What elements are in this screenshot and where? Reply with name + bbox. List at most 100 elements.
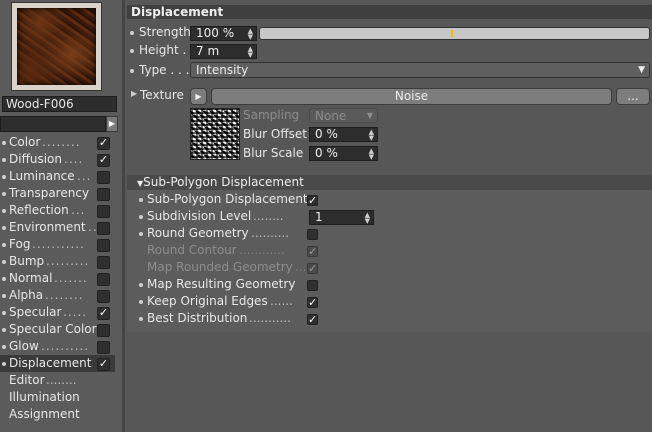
subpolygon-group-header[interactable]: ▼Sub-Polygon Displacement <box>127 175 652 190</box>
checkmark-icon[interactable] <box>97 256 110 269</box>
material-preview[interactable] <box>11 2 102 91</box>
round-geometry-label: Round Geometry <box>147 226 249 240</box>
subdivision-level-label: Subdivision Level <box>147 209 252 223</box>
sidebar-item-color[interactable]: Color........ ✓ <box>0 134 115 151</box>
sidebar-item-specular[interactable]: Specular..... ✓ <box>0 304 115 321</box>
strength-slider[interactable] <box>259 27 650 40</box>
type-dropdown[interactable]: Intensity ▼ <box>190 62 650 78</box>
checkmark-icon[interactable]: ✓ <box>97 307 110 320</box>
animate-dot-icon[interactable] <box>139 232 143 236</box>
sidebar-item-label: Specular <box>9 305 62 319</box>
leader-dots: ........... <box>32 237 85 251</box>
sidebar-item-illumination[interactable]: Illumination <box>9 389 80 406</box>
checkmark-icon[interactable] <box>97 205 110 218</box>
round-geometry-checkbox[interactable] <box>307 229 318 240</box>
animate-dot-icon[interactable] <box>130 69 134 73</box>
sidebar-item-normal[interactable]: Normal....... <box>0 270 115 287</box>
leader-dots: ... <box>71 203 86 217</box>
spinner-arrows-icon[interactable]: ▲ ▼ <box>248 28 253 41</box>
bullet-dot-icon <box>2 362 6 366</box>
strength-input[interactable]: 100 % ▲ ▼ <box>190 26 257 41</box>
sidebar-item-alpha[interactable]: Alpha........ <box>0 287 115 304</box>
channel-filter-bar[interactable] <box>0 116 106 132</box>
keep-original-edges-checkbox[interactable]: ✓ <box>307 297 318 308</box>
expand-arrow-icon[interactable]: ▶ <box>131 89 137 98</box>
sub-polygon-displacement-checkbox[interactable]: ✓ <box>307 195 318 206</box>
sidebar-item-label: Bump <box>9 254 45 268</box>
bullet-dot-icon <box>2 311 6 315</box>
sidebar-item-assignment[interactable]: Assignment <box>9 406 80 423</box>
leader-dots: ........ <box>45 288 84 302</box>
map-rounded-geometry-checkbox: ✓ <box>307 262 318 275</box>
sampling-value: None <box>315 109 347 123</box>
texture-shader-button[interactable]: Noise <box>211 88 612 105</box>
noise-texture-preview[interactable] <box>190 108 240 160</box>
animate-dot-icon[interactable] <box>139 317 143 321</box>
sidebar-item-label: Normal <box>9 271 53 285</box>
sidebar-item-fog[interactable]: Fog........... <box>0 236 115 253</box>
sidebar-item-luminance[interactable]: Luminance... <box>0 168 115 185</box>
blur-offset-input[interactable]: 0 % ▲ ▼ <box>309 127 378 142</box>
bullet-dot-icon <box>2 209 6 213</box>
animate-dot-icon[interactable] <box>139 300 143 304</box>
spinner-arrows-icon[interactable]: ▲ ▼ <box>248 46 253 59</box>
sidebar-item-transparency[interactable]: Transparency <box>0 185 115 202</box>
animate-dot-icon[interactable] <box>130 49 134 53</box>
texture-menu-arrow-icon[interactable]: ▶ <box>190 88 207 105</box>
sidebar-item-editor[interactable]: Editor <box>9 372 45 389</box>
round-contour-label: Round Contour <box>147 243 237 257</box>
sidebar-item-displacement[interactable]: Displacement ✓ <box>0 355 115 372</box>
sidebar-item-label: Alpha <box>9 288 44 302</box>
checkmark-icon[interactable] <box>97 222 110 235</box>
checkmark-icon[interactable] <box>97 171 110 184</box>
sidebar-item-reflection[interactable]: Reflection... <box>0 202 115 219</box>
leader-dots: ......... <box>46 254 90 268</box>
sidebar-item-label: Displacement <box>9 356 92 370</box>
wood-texture-swatch <box>17 8 96 85</box>
animate-dot-icon[interactable] <box>139 283 143 287</box>
best-distribution-checkbox[interactable]: ✓ <box>307 314 318 325</box>
checkmark-icon[interactable] <box>97 290 110 303</box>
sidebar-item-environment[interactable]: Environment.. <box>0 219 115 236</box>
checkmark-icon[interactable] <box>97 341 110 354</box>
leader-dots: ............ <box>239 243 285 257</box>
section-title-displacement: Displacement <box>127 5 652 19</box>
spinner-arrows-icon[interactable]: ▲ ▼ <box>365 212 370 225</box>
checkmark-icon[interactable] <box>97 188 110 201</box>
sidebar-item-label: Diffusion <box>9 152 62 166</box>
spinner-arrows-icon[interactable]: ▲ ▼ <box>369 148 374 161</box>
sidebar-item-glow[interactable]: Glow.......... <box>0 338 115 355</box>
sidebar-item-label: Transparency <box>9 186 90 200</box>
bullet-dot-icon <box>2 277 6 281</box>
checkmark-icon[interactable] <box>97 273 110 286</box>
subdivision-level-input[interactable]: 1 ▲ ▼ <box>309 210 374 225</box>
checkmark-icon[interactable] <box>97 239 110 252</box>
sidebar-item-diffusion[interactable]: Diffusion.... ✓ <box>0 151 115 168</box>
map-rounded-geometry-label: Map Rounded Geometry <box>147 260 293 274</box>
sidebar-item-label: Color <box>9 135 41 149</box>
sidebar-item-specular-color[interactable]: Specular Color <box>0 321 115 338</box>
sidebar-item-bump[interactable]: Bump......... <box>0 253 115 270</box>
blur-scale-input[interactable]: 0 % ▲ ▼ <box>309 146 378 161</box>
blur-scale-value: 0 % <box>315 146 338 160</box>
texture-browse-button[interactable]: ... <box>616 88 650 105</box>
leader-dots: ....... <box>54 271 88 285</box>
animate-dot-icon[interactable] <box>130 31 134 35</box>
sub-polygon-displacement-label: Sub-Polygon Displacement <box>147 192 308 206</box>
animate-dot-icon[interactable] <box>139 198 143 202</box>
round-contour-checkbox: ✓ <box>307 245 318 258</box>
triangle-down-icon: ▼ <box>638 65 645 75</box>
sampling-dropdown[interactable]: None ▼ <box>309 108 378 123</box>
checkmark-icon[interactable]: ✓ <box>97 358 110 371</box>
checkmark-icon[interactable]: ✓ <box>97 154 110 167</box>
strength-slider-marker[interactable] <box>451 30 453 37</box>
checkmark-icon[interactable] <box>97 324 110 337</box>
animate-dot-icon[interactable] <box>139 215 143 219</box>
strength-value: 100 % <box>196 26 235 40</box>
map-resulting-geometry-checkbox[interactable] <box>307 280 318 291</box>
spinner-arrows-icon[interactable]: ▲ ▼ <box>369 129 374 142</box>
material-name-field[interactable]: Wood-F006 <box>2 96 117 112</box>
filter-arrow-icon[interactable]: ▶ <box>106 116 118 132</box>
height-input[interactable]: 7 m ▲ ▼ <box>190 44 257 59</box>
checkmark-icon[interactable]: ✓ <box>97 137 110 150</box>
